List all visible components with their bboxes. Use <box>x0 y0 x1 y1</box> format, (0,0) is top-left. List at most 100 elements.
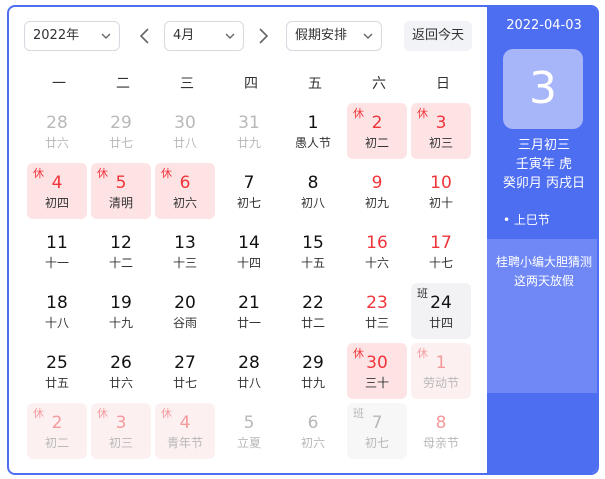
day-cell[interactable]: 7 初七 <box>219 163 279 219</box>
day-number: 14 <box>238 233 260 253</box>
lunar-label: 廿六 <box>108 376 133 390</box>
day-cell[interactable]: 15 十五 <box>283 223 343 279</box>
lunar-label: 十九 <box>108 316 133 330</box>
day-number: 16 <box>366 233 388 253</box>
lunar-label: 青年节 <box>166 436 203 450</box>
day-number: 22 <box>302 293 324 313</box>
day-cell[interactable]: 休 1 劳动节 <box>411 343 471 399</box>
lunar-label: 初九 <box>364 196 389 210</box>
day-cell[interactable]: 5 立夏 <box>219 403 279 459</box>
day-cell[interactable]: 30 廿八 <box>155 103 215 159</box>
day-cell[interactable]: 26 廿六 <box>91 343 151 399</box>
day-number: 26 <box>110 353 132 373</box>
day-cell[interactable]: 14 十四 <box>219 223 279 279</box>
day-cell[interactable]: 28 廿六 <box>27 103 87 159</box>
day-cell[interactable]: 6 初六 <box>283 403 343 459</box>
day-cell[interactable]: 23 廿三 <box>347 283 407 339</box>
day-cell[interactable]: 休 3 初三 <box>91 403 151 459</box>
day-cell[interactable]: 休 5 清明 <box>91 163 151 219</box>
day-number: 6 <box>307 413 319 433</box>
calendar-widget: 2022年 4月 假期安排 返回今天 一 二 三 四 五 六 日 28 廿六 29 廿… <box>7 5 599 475</box>
day-cell[interactable]: 18 十八 <box>27 283 87 339</box>
day-number: 29 <box>302 353 324 373</box>
lunar-label: 廿一 <box>236 316 261 330</box>
weekday-header: 一 二 三 四 五 六 日 <box>27 73 475 93</box>
weekday-label: 日 <box>436 76 450 92</box>
lunar-label: 十五 <box>300 256 325 270</box>
day-number: 4 <box>179 413 191 433</box>
day-cell[interactable]: 12 十二 <box>91 223 151 279</box>
lunar-label: 十四 <box>236 256 261 270</box>
year-ganzhi: 壬寅年 虎 <box>515 157 573 172</box>
day-cell[interactable]: 休 4 初四 <box>27 163 87 219</box>
day-cell[interactable]: 班 7 初七 <box>347 403 407 459</box>
day-cell[interactable]: 10 初十 <box>411 163 471 219</box>
lunar-label: 廿七 <box>172 376 197 390</box>
selected-day-number: 3 <box>503 49 583 129</box>
festival-label: • 上巳节 <box>503 213 550 227</box>
day-number: 2 <box>371 113 383 133</box>
day-cell[interactable]: 13 十三 <box>155 223 215 279</box>
day-cell[interactable]: 25 廿五 <box>27 343 87 399</box>
day-cell[interactable]: 11 十一 <box>27 223 87 279</box>
day-cell[interactable]: 休 4 青年节 <box>155 403 215 459</box>
day-cell[interactable]: 16 十六 <box>347 223 407 279</box>
day-cell[interactable]: 休 2 初二 <box>27 403 87 459</box>
month-select[interactable]: 4月 <box>164 21 244 51</box>
day-cell[interactable]: 29 廿七 <box>91 103 151 159</box>
back-to-today-button[interactable]: 返回今天 <box>404 21 472 51</box>
day-number: 15 <box>302 233 324 253</box>
lunar-label: 十六 <box>364 256 389 270</box>
year-select[interactable]: 2022年 <box>24 21 120 51</box>
lunar-label: 十三 <box>172 256 197 270</box>
day-cell[interactable]: 28 廿八 <box>219 343 279 399</box>
prev-month-arrow-icon[interactable] <box>138 27 152 45</box>
day-cell[interactable]: 17 十七 <box>411 223 471 279</box>
lunar-label: 十八 <box>44 316 69 330</box>
day-cell[interactable]: 20 谷雨 <box>155 283 215 339</box>
day-number: 7 <box>243 173 255 193</box>
selected-day-panel: 2022-04-03 3 三月初三 壬寅年 虎 癸卯月 丙戌日 • 上巳节 桂聘… <box>487 7 597 473</box>
day-cell[interactable]: 8 母亲节 <box>411 403 471 459</box>
day-cell[interactable]: 8 初八 <box>283 163 343 219</box>
day-cell[interactable]: 班 24 廿四 <box>411 283 471 339</box>
day-cell[interactable]: 31 廿九 <box>219 103 279 159</box>
day-number: 30 <box>174 113 196 133</box>
day-cell[interactable]: 27 廿七 <box>155 343 215 399</box>
lunar-label: 廿二 <box>300 316 325 330</box>
weekday-label: 二 <box>116 76 130 92</box>
day-cell[interactable]: 1 愚人节 <box>283 103 343 159</box>
day-number: 4 <box>51 173 63 193</box>
day-cell[interactable]: 休 3 初三 <box>411 103 471 159</box>
lunar-label: 初二 <box>364 136 389 150</box>
lunar-label: 愚人节 <box>294 136 331 150</box>
holiday-select[interactable]: 假期安排 <box>286 21 382 51</box>
lunar-label: 初六 <box>172 196 197 210</box>
day-cell[interactable]: 19 十九 <box>91 283 151 339</box>
day-cell[interactable]: 9 初九 <box>347 163 407 219</box>
lunar-label: 廿七 <box>108 136 133 150</box>
year-select-value: 2022年 <box>33 28 80 43</box>
lunar-label: 廿八 <box>236 376 261 390</box>
promo-box[interactable]: 桂聘小编大胆猜测 这两天放假 <box>487 239 597 393</box>
lunar-label: 十一 <box>44 256 69 270</box>
day-cell[interactable]: 休 30 三十 <box>347 343 407 399</box>
day-number: 3 <box>115 413 127 433</box>
day-cell[interactable]: 休 6 初六 <box>155 163 215 219</box>
day-cell[interactable]: 29 廿九 <box>283 343 343 399</box>
day-cell[interactable]: 22 廿二 <box>283 283 343 339</box>
chevron-down-icon <box>101 33 111 39</box>
lunar-label: 立夏 <box>236 436 261 450</box>
day-number: 18 <box>46 293 68 313</box>
day-number: 3 <box>435 113 447 133</box>
lunar-label: 初十 <box>428 196 453 210</box>
chevron-down-icon <box>363 33 373 39</box>
day-number: 11 <box>46 233 68 253</box>
day-cell[interactable]: 21 廿一 <box>219 283 279 339</box>
lunar-label: 清明 <box>108 196 133 210</box>
day-number: 5 <box>243 413 255 433</box>
day-number: 21 <box>238 293 260 313</box>
day-cell[interactable]: 休 2 初二 <box>347 103 407 159</box>
promo-line-1: 桂聘小编大胆猜测 <box>495 255 592 269</box>
next-month-arrow-icon[interactable] <box>256 27 270 45</box>
